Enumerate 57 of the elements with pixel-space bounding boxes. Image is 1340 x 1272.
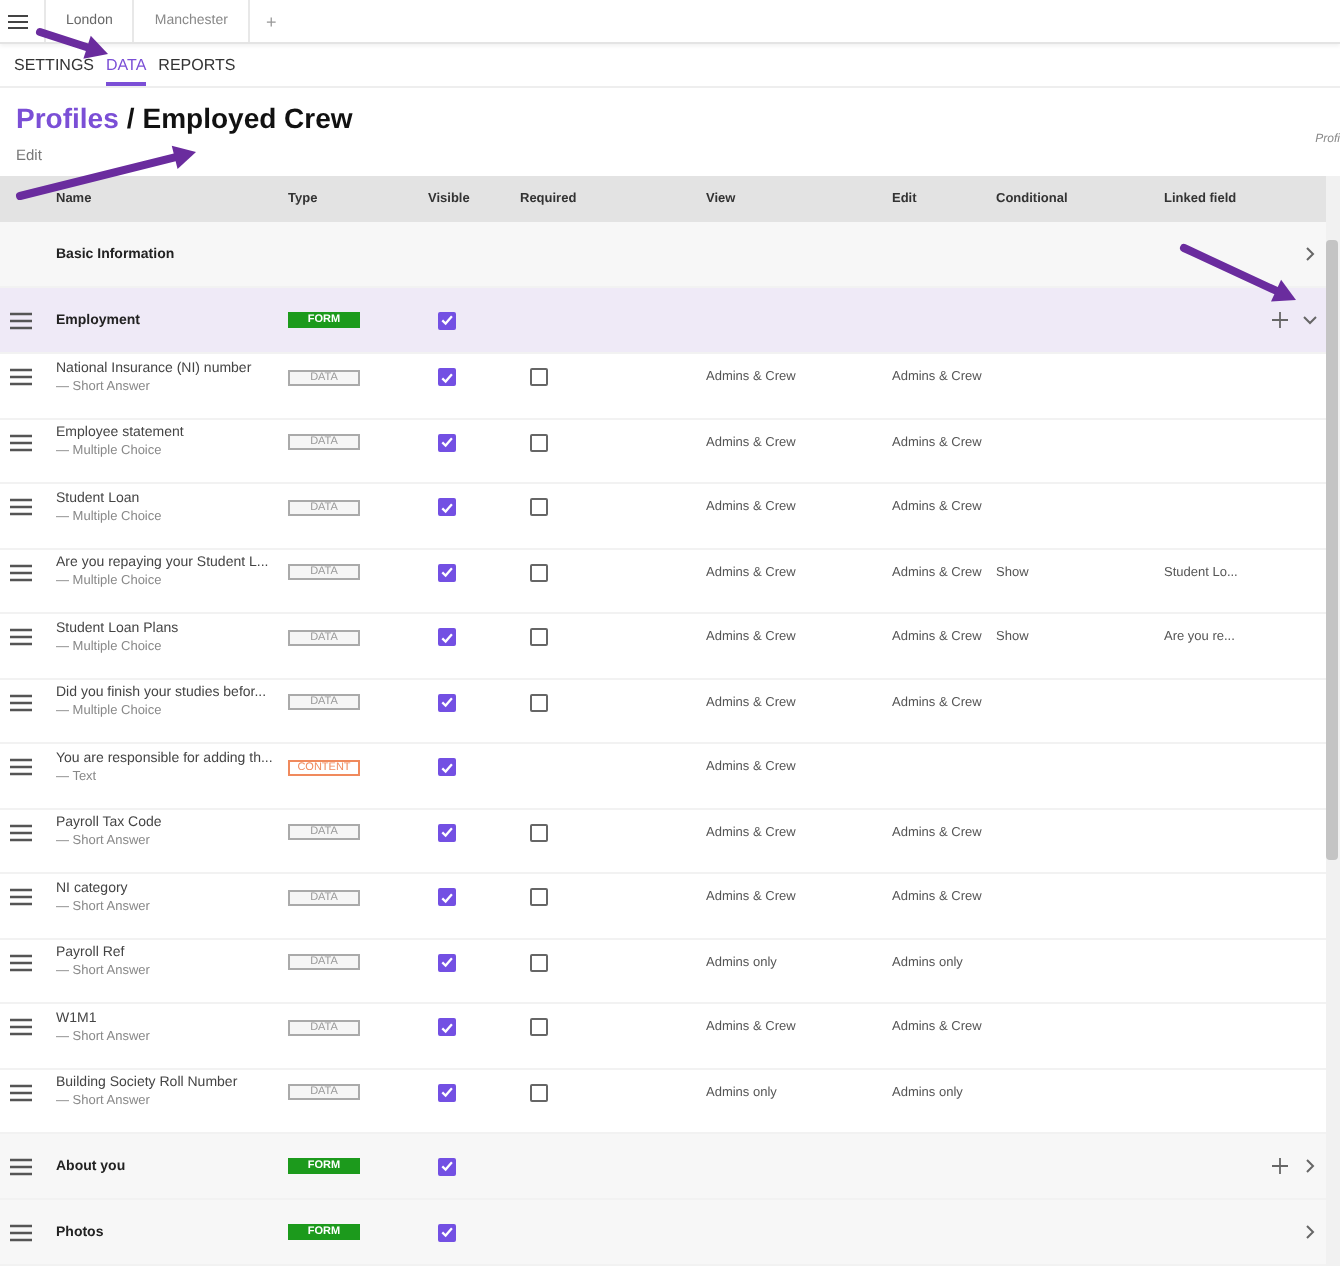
chevron-down-icon[interactable] xyxy=(1302,312,1318,328)
drag-handle-icon[interactable] xyxy=(10,433,32,452)
chevron-right-icon[interactable] xyxy=(1302,1224,1318,1240)
checkbox[interactable] xyxy=(438,888,456,907)
checkbox[interactable] xyxy=(530,953,548,972)
breadcrumb-separator: / xyxy=(126,102,135,134)
drag-handle-icon[interactable] xyxy=(10,823,32,842)
checkbox[interactable] xyxy=(438,1223,456,1241)
checkbox[interactable] xyxy=(438,1018,456,1037)
scrollbar-thumb[interactable] xyxy=(1326,240,1338,860)
drag-handle-icon[interactable] xyxy=(10,311,32,329)
chevron-right-icon[interactable] xyxy=(1302,246,1318,262)
checkbox[interactable] xyxy=(530,628,548,647)
checkbox[interactable] xyxy=(438,498,456,517)
menu-icon[interactable] xyxy=(8,13,28,29)
breadcrumb-link[interactable]: Profiles xyxy=(16,102,119,134)
drag-handle-icon[interactable] xyxy=(10,888,32,907)
checkbox[interactable] xyxy=(530,1083,548,1102)
checkbox[interactable] xyxy=(530,823,548,842)
drag-handle-icon[interactable] xyxy=(10,1223,32,1241)
checkbox[interactable] xyxy=(438,368,456,387)
drag-handle-icon[interactable] xyxy=(10,1018,32,1037)
checkbox[interactable] xyxy=(438,1083,456,1102)
checkbox[interactable] xyxy=(438,628,456,647)
nav-tab[interactable]: REPORTS xyxy=(158,48,236,86)
drag-handle-icon[interactable] xyxy=(10,1083,32,1102)
annotation-arrow xyxy=(36,28,108,59)
drag-handle-icon[interactable] xyxy=(10,628,32,647)
checkbox[interactable] xyxy=(530,563,548,582)
drag-handle-icon[interactable] xyxy=(10,953,32,972)
drag-handle-icon[interactable] xyxy=(10,758,32,777)
drag-handle-icon[interactable] xyxy=(10,563,32,582)
plus-icon[interactable] xyxy=(1272,312,1288,328)
checkbox[interactable] xyxy=(530,368,548,387)
drag-handle-icon[interactable] xyxy=(10,368,32,387)
drag-handle-icon[interactable] xyxy=(10,498,32,517)
checkbox[interactable] xyxy=(438,563,456,582)
page-title: Employed Crew xyxy=(142,102,353,134)
plus-icon[interactable] xyxy=(1272,1158,1288,1174)
checkbox[interactable] xyxy=(530,1018,548,1037)
checkbox[interactable] xyxy=(438,953,456,972)
checkbox[interactable] xyxy=(530,498,548,517)
chevron-right-icon[interactable] xyxy=(1302,1158,1318,1174)
checkbox[interactable] xyxy=(530,433,548,452)
drag-handle-icon[interactable] xyxy=(10,1157,32,1175)
scrollbar[interactable] xyxy=(1326,176,1340,1266)
annotation-arrow xyxy=(1180,244,1296,302)
checkbox[interactable] xyxy=(438,311,456,329)
checkbox[interactable] xyxy=(530,693,548,712)
checkbox[interactable] xyxy=(530,888,548,907)
checkbox[interactable] xyxy=(438,693,456,712)
drag-handle-icon[interactable] xyxy=(10,693,32,712)
checkbox[interactable] xyxy=(438,823,456,842)
checkbox[interactable] xyxy=(438,1157,456,1175)
checkbox[interactable] xyxy=(438,758,456,777)
checkbox[interactable] xyxy=(438,433,456,452)
nav-tab[interactable]: SETTINGS xyxy=(14,48,95,86)
